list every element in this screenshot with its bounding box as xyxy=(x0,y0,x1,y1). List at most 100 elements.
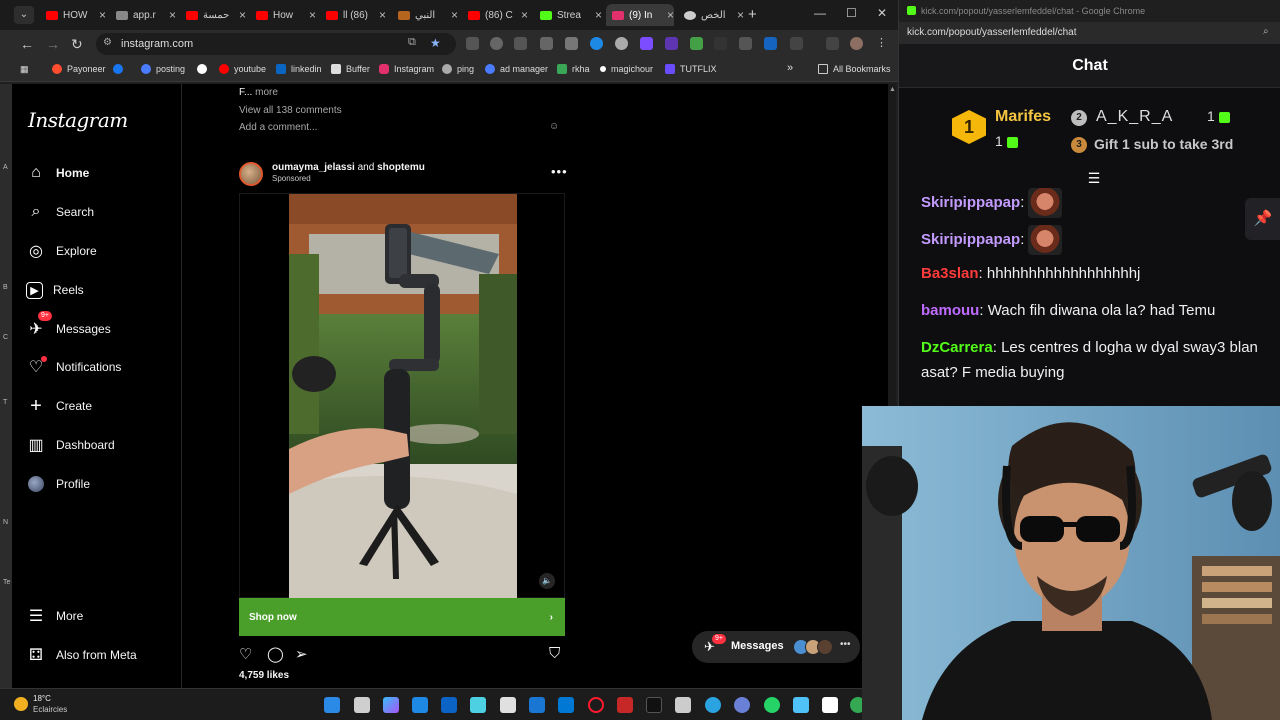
close-tab-icon[interactable]: × xyxy=(451,8,458,22)
shop-now-button[interactable]: Shop now › xyxy=(239,598,565,636)
extension-icon[interactable] xyxy=(615,37,628,50)
instagram-logo[interactable]: Instagram xyxy=(28,108,128,132)
address-bar[interactable]: ⚙ instagram.com xyxy=(96,33,456,55)
extension-icon[interactable] xyxy=(590,37,603,50)
browser-tab[interactable]: app.r × xyxy=(110,4,176,26)
bookmark-tutflix[interactable]: TUTFLIX xyxy=(665,64,717,74)
messages-floating-button[interactable]: ✈ 9+ Messages ••• xyxy=(692,631,860,663)
minimize-button[interactable]: — xyxy=(814,6,826,20)
weather-description[interactable]: Eclaircies xyxy=(33,705,67,714)
extension-icon[interactable] xyxy=(640,37,653,50)
install-app-icon[interactable]: ⧉ xyxy=(408,36,416,49)
store-icon[interactable] xyxy=(529,697,545,713)
weather-temperature[interactable]: 18°C xyxy=(33,694,51,703)
comment-icon[interactable]: ◯ xyxy=(267,645,284,663)
close-tab-icon[interactable]: × xyxy=(595,8,602,22)
extension-icon[interactable] xyxy=(764,37,777,50)
close-tab-icon[interactable]: × xyxy=(169,8,176,22)
close-tab-icon[interactable]: × xyxy=(667,8,674,22)
nav-search[interactable]: ⌕ Search xyxy=(26,199,95,225)
extension-icon[interactable] xyxy=(565,37,578,50)
chat-username[interactable]: DzCarrera xyxy=(921,339,993,356)
app-icon[interactable] xyxy=(675,697,691,713)
extension-icon[interactable] xyxy=(514,37,527,50)
new-tab-button[interactable]: + xyxy=(748,6,757,23)
nav-notifications[interactable]: ♡ Notifications xyxy=(26,354,121,380)
second-gifter-name[interactable]: A_K_R_A xyxy=(1096,108,1173,126)
nav-reels[interactable]: ▶ Reels xyxy=(26,277,84,303)
telegram-icon[interactable] xyxy=(705,697,721,713)
app-icon[interactable] xyxy=(441,697,457,713)
apps-icon[interactable]: ▦ xyxy=(20,64,29,75)
bookmark-youtube[interactable]: youtube xyxy=(219,64,266,74)
copilot-icon[interactable] xyxy=(383,697,399,713)
bookmark-posting[interactable]: posting xyxy=(141,64,185,74)
bookmark-payoneer[interactable]: Payoneer xyxy=(52,64,106,74)
browser-tab[interactable]: (86) C × xyxy=(462,4,528,26)
search-icon[interactable]: ⌕ xyxy=(1263,26,1269,37)
chat-address-bar[interactable]: kick.com/popout/yasserlemfeddel/chat ⌕ xyxy=(899,22,1280,44)
browser-tab[interactable]: حمسة × xyxy=(180,4,246,26)
post-video[interactable] xyxy=(289,194,517,599)
bookmark-facebook[interactable] xyxy=(113,64,128,74)
outlook-icon[interactable] xyxy=(558,697,574,713)
bookmark-buffer[interactable]: Buffer xyxy=(331,64,370,74)
coauthor-username[interactable]: shoptemu xyxy=(377,162,425,173)
emoji-icon[interactable]: ☺ xyxy=(549,121,559,132)
close-tab-icon[interactable]: × xyxy=(521,8,528,22)
forward-button[interactable]: → xyxy=(46,36,60,52)
app-icon[interactable] xyxy=(470,697,486,713)
nav-profile[interactable]: Profile xyxy=(26,471,90,497)
browser-tab[interactable]: HOW × xyxy=(40,4,106,26)
opera-icon[interactable] xyxy=(588,697,604,713)
browser-tab[interactable]: الخص × xyxy=(678,4,744,26)
weather-icon[interactable] xyxy=(14,697,28,711)
site-info-icon[interactable]: ⚙ xyxy=(103,37,112,48)
bookmark-ad-manager[interactable]: ad manager xyxy=(485,64,548,74)
top-gifter-name[interactable]: Marifes xyxy=(995,108,1051,126)
close-tab-icon[interactable]: × xyxy=(379,8,386,22)
scroll-up-arrow[interactable]: ▲ xyxy=(889,86,896,93)
extension-icon[interactable] xyxy=(665,37,678,50)
close-window-button[interactable]: ✕ xyxy=(877,6,887,20)
chat-username[interactable]: bamouu xyxy=(921,302,979,319)
profile-avatar[interactable] xyxy=(850,37,863,50)
close-tab-icon[interactable]: × xyxy=(737,8,744,22)
save-icon[interactable]: ⛉ xyxy=(549,645,560,662)
back-button[interactable]: ← xyxy=(20,36,34,52)
nav-messages[interactable]: ✈ 9+ Messages xyxy=(26,311,111,342)
extension-icon[interactable] xyxy=(739,37,752,50)
like-icon[interactable]: ♡ xyxy=(239,645,252,663)
app-icon[interactable] xyxy=(412,697,428,713)
bookmarks-overflow-button[interactable]: » xyxy=(787,62,793,74)
browser-tab[interactable]: النبي × xyxy=(392,4,458,26)
mute-icon[interactable]: 🔈 xyxy=(539,573,555,589)
post-author[interactable]: oumayma_jelassi and shoptemu xyxy=(272,162,425,173)
extension-icon[interactable] xyxy=(690,37,703,50)
app-icon[interactable] xyxy=(734,697,750,713)
browser-tab-active[interactable]: (9) In × xyxy=(606,4,674,26)
reload-button[interactable]: ↻ xyxy=(71,36,83,53)
tab-search-button[interactable]: ⌄ xyxy=(14,6,34,24)
chat-username[interactable]: Skiripippapap xyxy=(921,231,1020,248)
more-link[interactable]: more xyxy=(255,87,278,98)
extension-icon[interactable] xyxy=(466,37,479,50)
collapse-leaderboard-icon[interactable]: ☰ xyxy=(1084,170,1104,188)
app-icon[interactable] xyxy=(793,697,809,713)
tiktok-icon[interactable] xyxy=(646,697,662,713)
maximize-button[interactable]: ☐ xyxy=(846,6,857,20)
browser-tab[interactable]: ll (86) × xyxy=(320,4,386,26)
windows-start-icon[interactable] xyxy=(324,697,340,713)
browser-menu-icon[interactable]: ⋮ xyxy=(876,36,889,49)
bookmark-rkha[interactable]: rkha xyxy=(557,64,590,74)
bookmark-star-icon[interactable]: ★ xyxy=(430,36,441,50)
likes-count[interactable]: 4,759 likes xyxy=(239,670,289,681)
all-bookmarks-folder[interactable]: All Bookmarks xyxy=(818,64,891,74)
nav-more[interactable]: ☰ More xyxy=(26,603,84,629)
share-icon[interactable]: ➢ xyxy=(295,645,308,663)
bookmark-linkedin[interactable]: linkedin xyxy=(276,64,322,74)
chat-username[interactable]: Skiripippapap xyxy=(921,194,1020,211)
bookmark-magichour[interactable]: magichour xyxy=(600,64,653,74)
comment-input[interactable]: Add a comment... xyxy=(239,122,317,133)
reading-list-icon[interactable] xyxy=(826,37,839,50)
